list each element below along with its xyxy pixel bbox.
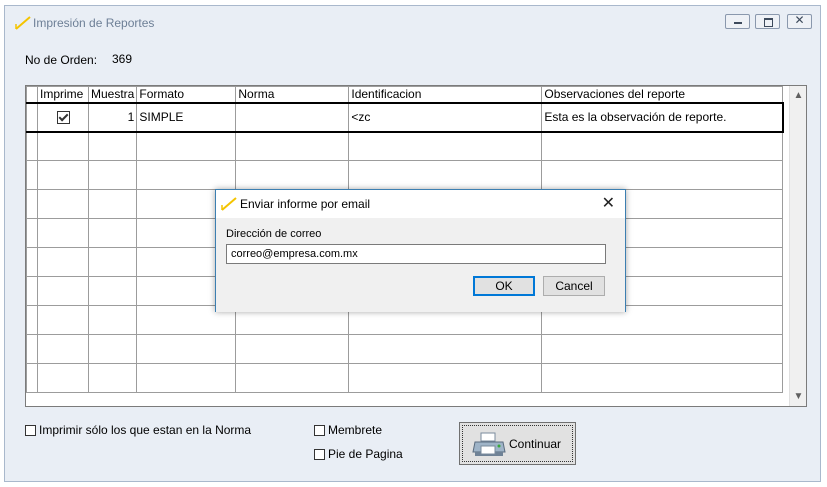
scroll-up-icon[interactable]: ▲ [790, 90, 806, 101]
column-header-identificacion[interactable]: Identificacion [348, 86, 543, 104]
email-label: Dirección de correo [226, 228, 322, 240]
table-row[interactable] [26, 363, 784, 393]
solo-norma-label: Imprimir sólo los que estan en la Norma [39, 423, 252, 437]
column-header-imprime[interactable]: Imprime [37, 86, 89, 104]
observaciones-cell[interactable]: Esta es la observación de reporte. [541, 102, 784, 133]
formato-cell[interactable]: SIMPLE [136, 102, 237, 133]
membrete-label: Membrete [328, 423, 383, 437]
email-dialog: Enviar informe por email ✕ Dirección de … [215, 189, 626, 312]
table-row[interactable] [26, 131, 784, 161]
pie-pagina-label: Pie de Pagina [328, 447, 403, 461]
membrete-option[interactable]: Membrete [314, 423, 382, 437]
continuar-label: Continuar [509, 437, 562, 451]
dialog-body: Dirección de correo OK Cancel [216, 218, 625, 312]
scroll-down-icon[interactable]: ▼ [790, 391, 806, 402]
imprime-cell[interactable] [37, 102, 89, 133]
printer-icon [472, 432, 506, 456]
membrete-checkbox[interactable] [314, 424, 325, 436]
norma-cell[interactable] [235, 102, 350, 133]
close-button[interactable]: ✕ [787, 13, 812, 29]
column-header-norma[interactable]: Norma [235, 86, 350, 104]
maximize-icon [764, 18, 773, 27]
dialog-close-icon[interactable]: ✕ [602, 193, 615, 213]
minimize-button[interactable] [725, 14, 750, 29]
column-header-muestra[interactable]: Muestra [87, 86, 138, 104]
title-bar: Impresión de Reportes ✕ [5, 6, 820, 36]
close-icon: ✕ [794, 13, 805, 27]
pie-pagina-checkbox[interactable] [314, 448, 325, 460]
cancel-button[interactable]: Cancel [543, 276, 605, 296]
muestra-cell[interactable]: 1 [87, 102, 138, 133]
pie-pagina-option[interactable]: Pie de Pagina [314, 447, 403, 461]
order-label: No de Orden: [25, 53, 98, 67]
table-row[interactable]: 1 SIMPLE <zc Esta es la observación de r… [26, 102, 784, 133]
column-header-formato[interactable]: Formato [136, 86, 237, 104]
email-input[interactable] [226, 244, 606, 264]
solo-norma-option[interactable]: Imprimir sólo los que estan en la Norma [25, 423, 251, 437]
ok-button[interactable]: OK [473, 276, 535, 296]
vertical-scrollbar[interactable]: ▲ ▼ [789, 86, 806, 406]
imprime-checkbox[interactable] [56, 111, 70, 125]
solo-norma-checkbox[interactable] [25, 424, 36, 436]
dialog-app-icon [221, 197, 237, 211]
table-row[interactable] [26, 334, 784, 364]
order-value: 369 [112, 52, 133, 66]
row-selector-header [26, 86, 38, 104]
table-header: Imprime Muestra Formato Norma Identifica… [26, 86, 784, 104]
app-icon [15, 16, 31, 30]
minimize-icon [734, 22, 742, 24]
row-selector[interactable] [26, 102, 38, 133]
identificacion-cell[interactable]: <zc [348, 102, 543, 133]
continuar-button[interactable]: Continuar [459, 422, 576, 465]
window-title: Impresión de Reportes [33, 16, 155, 30]
column-header-observaciones[interactable]: Observaciones del reporte [541, 86, 784, 104]
dialog-title: Enviar informe por email [240, 197, 371, 211]
table-row[interactable] [26, 160, 784, 190]
maximize-button[interactable] [755, 14, 780, 29]
